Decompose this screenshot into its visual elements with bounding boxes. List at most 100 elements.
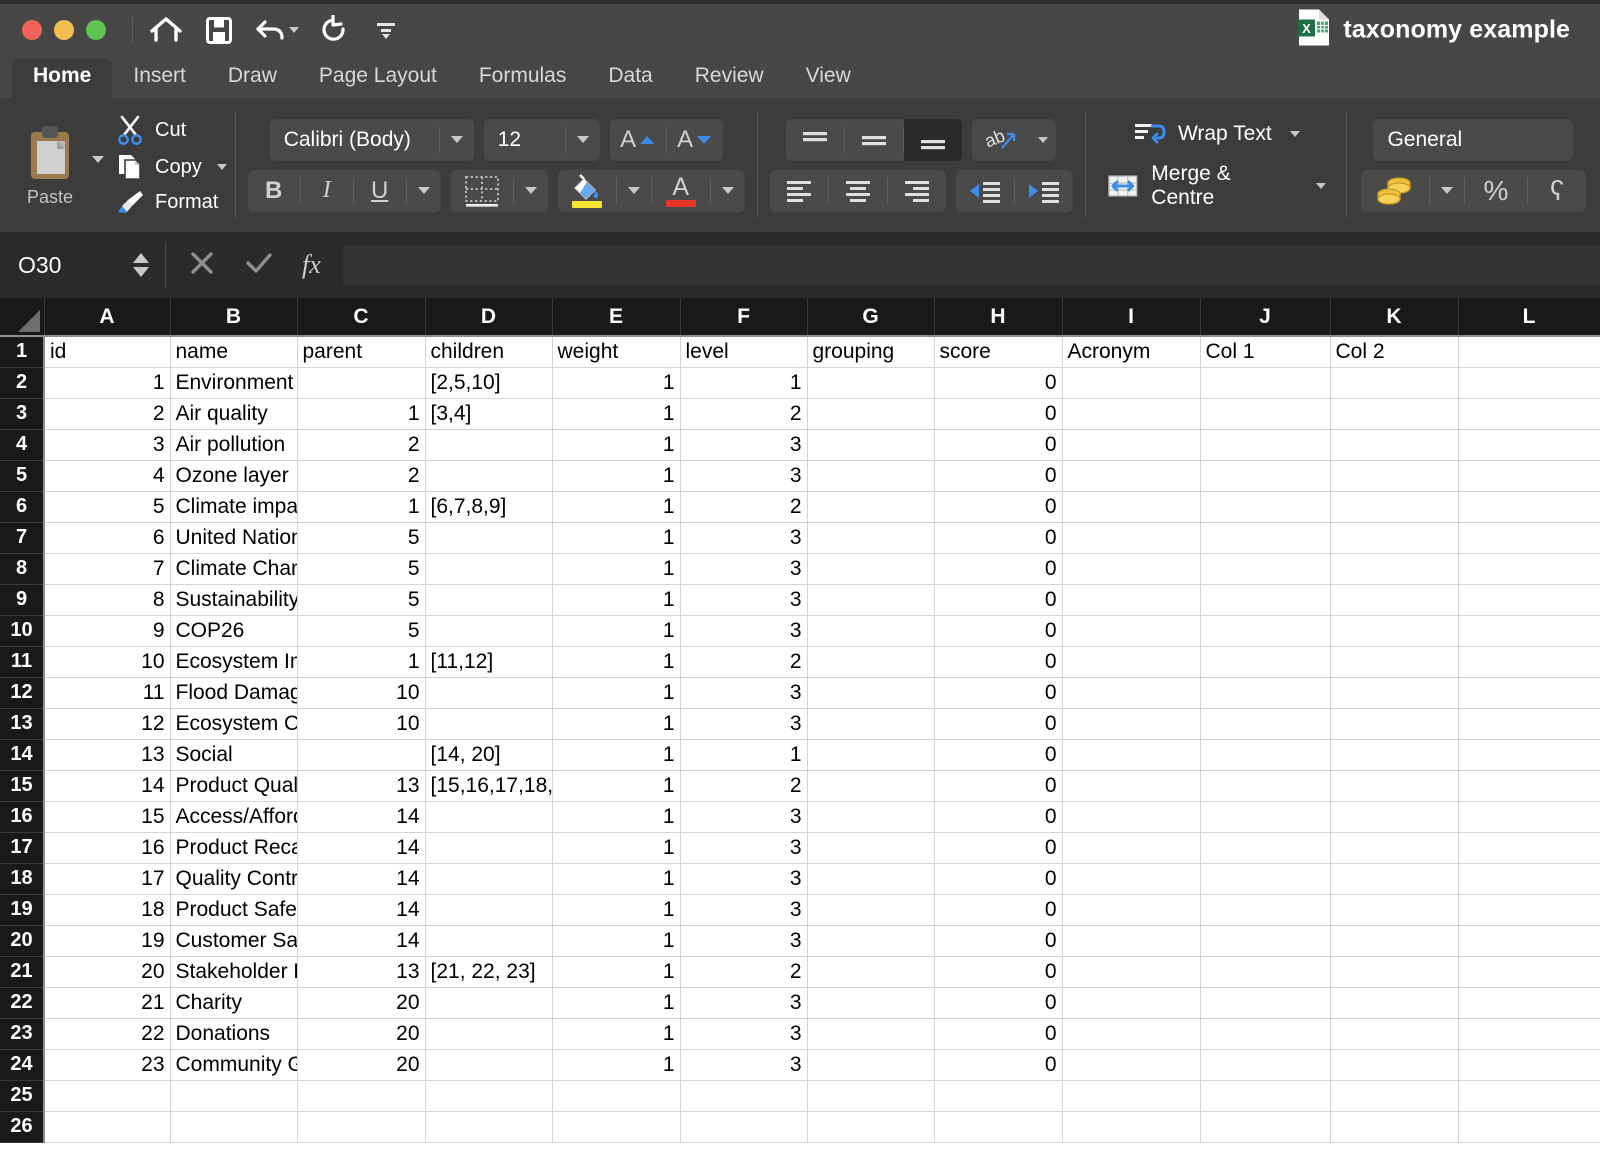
cell-I24[interactable] [1062, 1049, 1201, 1081]
cell-D13[interactable] [425, 708, 553, 740]
currency-dropdown-caret[interactable] [1430, 170, 1464, 212]
cell-I10[interactable] [1062, 615, 1201, 647]
cell-I18[interactable] [1062, 863, 1201, 895]
cell-A26[interactable] [44, 1111, 171, 1143]
cell-H7[interactable]: 0 [934, 522, 1063, 554]
cell-I8[interactable] [1062, 553, 1201, 585]
cell-I23[interactable] [1062, 1018, 1201, 1050]
cell-F3[interactable]: 2 [680, 398, 808, 430]
cell-H3[interactable]: 0 [934, 398, 1063, 430]
cell-J10[interactable] [1200, 615, 1331, 647]
cell-G18[interactable] [807, 863, 935, 895]
row-header-17[interactable]: 17 [0, 832, 45, 864]
cell-J15[interactable] [1200, 770, 1331, 802]
cell-E9[interactable]: 1 [552, 584, 681, 616]
cell-G1[interactable]: grouping [807, 336, 935, 368]
cell-K2[interactable] [1330, 367, 1459, 399]
cell-A9[interactable]: 8 [44, 584, 171, 616]
home-icon[interactable] [149, 15, 183, 45]
cell-K6[interactable] [1330, 491, 1459, 523]
cell-A5[interactable]: 4 [44, 460, 171, 492]
tab-view[interactable]: View [785, 59, 872, 98]
close-window-button[interactable] [22, 20, 42, 40]
tab-page-layout[interactable]: Page Layout [298, 59, 458, 98]
cell-F23[interactable]: 3 [680, 1018, 808, 1050]
cell-K20[interactable] [1330, 925, 1459, 957]
cell-H5[interactable]: 0 [934, 460, 1063, 492]
cell-J8[interactable] [1200, 553, 1331, 585]
cell-K18[interactable] [1330, 863, 1459, 895]
cell-E13[interactable]: 1 [552, 708, 681, 740]
comma-style-button[interactable]: ʕ [1528, 170, 1586, 212]
cell-D21[interactable]: [21, 22, 23] [425, 956, 553, 988]
cell-L3[interactable] [1458, 398, 1600, 430]
cell-D3[interactable]: [3,4] [425, 398, 553, 430]
cell-D25[interactable] [425, 1080, 553, 1112]
cell-F16[interactable]: 3 [680, 801, 808, 833]
cell-D16[interactable] [425, 801, 553, 833]
align-center-button[interactable] [829, 170, 887, 212]
cell-E11[interactable]: 1 [552, 646, 681, 678]
cell-L9[interactable] [1458, 584, 1600, 616]
cell-F12[interactable]: 3 [680, 677, 808, 709]
cell-J14[interactable] [1200, 739, 1331, 771]
row-header-14[interactable]: 14 [0, 739, 45, 771]
cell-D26[interactable] [425, 1111, 553, 1143]
cell-K26[interactable] [1330, 1111, 1459, 1143]
cell-J1[interactable]: Col 1 [1200, 336, 1331, 368]
cell-B9[interactable]: Sustainability [170, 584, 298, 616]
currency-button[interactable] [1361, 170, 1429, 212]
cell-C11[interactable]: 1 [297, 646, 426, 678]
font-family-select[interactable]: Calibri (Body) [269, 118, 474, 161]
row-header-21[interactable]: 21 [0, 956, 45, 988]
cell-I20[interactable] [1062, 925, 1201, 957]
cell-G17[interactable] [807, 832, 935, 864]
cell-H19[interactable]: 0 [934, 894, 1063, 926]
cell-C5[interactable]: 2 [297, 460, 426, 492]
font-color-dropdown-caret[interactable] [711, 170, 745, 212]
column-header-l[interactable]: L [1458, 298, 1600, 337]
cell-C26[interactable] [297, 1111, 426, 1143]
cell-B5[interactable]: Ozone layer [170, 460, 298, 492]
cell-L18[interactable] [1458, 863, 1600, 895]
cell-C22[interactable]: 20 [297, 987, 426, 1019]
cell-B15[interactable]: Product Quality [170, 770, 298, 802]
cell-L22[interactable] [1458, 987, 1600, 1019]
undo-icon[interactable] [255, 16, 299, 44]
cell-A10[interactable]: 9 [44, 615, 171, 647]
cell-I22[interactable] [1062, 987, 1201, 1019]
cell-A14[interactable]: 13 [44, 739, 171, 771]
cell-J9[interactable] [1200, 584, 1331, 616]
cell-J6[interactable] [1200, 491, 1331, 523]
spinner-up-icon[interactable] [133, 253, 149, 263]
cell-I16[interactable] [1062, 801, 1201, 833]
orientation-dropdown-caret[interactable] [1030, 119, 1056, 161]
redo-icon[interactable] [321, 15, 351, 45]
cell-B8[interactable]: Climate Change [170, 553, 298, 585]
cell-I7[interactable] [1062, 522, 1201, 554]
cell-I2[interactable] [1062, 367, 1201, 399]
cell-K14[interactable] [1330, 739, 1459, 771]
cell-G16[interactable] [807, 801, 935, 833]
font-size-select[interactable]: 12 [483, 118, 600, 161]
cell-C23[interactable]: 20 [297, 1018, 426, 1050]
cell-K15[interactable] [1330, 770, 1459, 802]
tab-data[interactable]: Data [587, 59, 673, 98]
text-orientation-button[interactable]: ab [972, 119, 1030, 161]
cell-B4[interactable]: Air pollution [170, 429, 298, 461]
row-header-6[interactable]: 6 [0, 491, 45, 523]
cell-J11[interactable] [1200, 646, 1331, 678]
cell-G7[interactable] [807, 522, 935, 554]
cell-E6[interactable]: 1 [552, 491, 681, 523]
column-header-g[interactable]: G [807, 298, 935, 337]
cancel-icon[interactable] [188, 249, 216, 282]
cell-G20[interactable] [807, 925, 935, 957]
cell-A23[interactable]: 22 [44, 1018, 171, 1050]
cell-H12[interactable]: 0 [934, 677, 1063, 709]
cell-B11[interactable]: Ecosystem Impact [170, 646, 298, 678]
cell-C20[interactable]: 14 [297, 925, 426, 957]
cell-I11[interactable] [1062, 646, 1201, 678]
cell-J17[interactable] [1200, 832, 1331, 864]
cell-G12[interactable] [807, 677, 935, 709]
name-box[interactable]: O30 [0, 242, 166, 288]
